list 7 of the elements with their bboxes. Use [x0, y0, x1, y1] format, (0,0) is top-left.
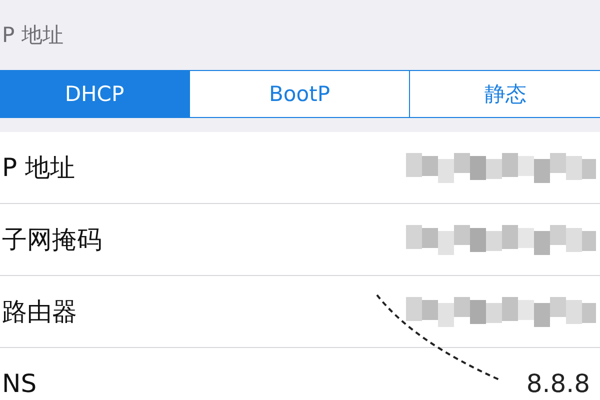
row-label: NS	[1, 369, 37, 398]
segment-tab[interactable]: DHCP	[0, 71, 190, 117]
section-header: P 地址	[1, 22, 64, 49]
row-value: 8.8.8	[526, 369, 590, 398]
row-label: 子网掩码	[1, 224, 102, 256]
row-label: P 地址	[1, 152, 76, 184]
row-label: 路由器	[1, 296, 77, 328]
